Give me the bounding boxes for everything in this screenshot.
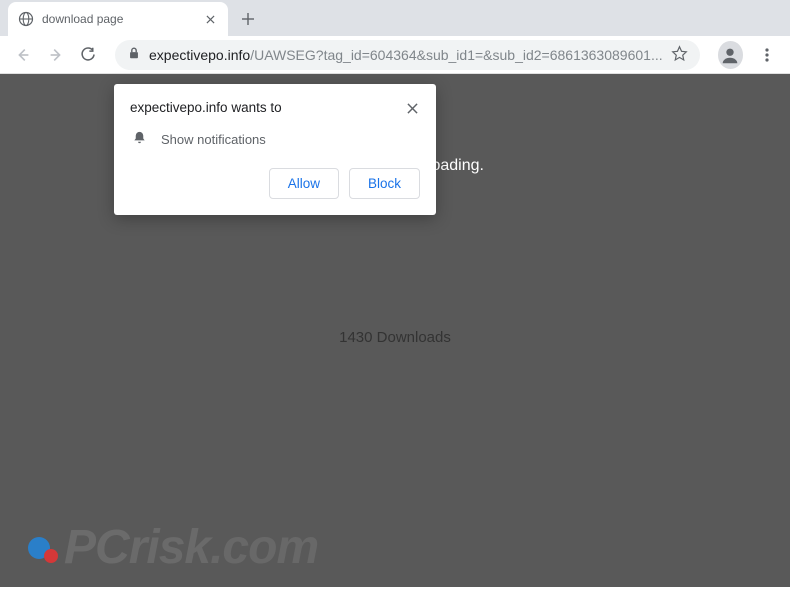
- dialog-title: expectivepo.info wants to: [130, 100, 282, 116]
- profile-avatar[interactable]: [718, 41, 743, 69]
- url-text: expectivepo.info/UAWSEG?tag_id=604364&su…: [149, 47, 663, 63]
- toolbar: expectivepo.info/UAWSEG?tag_id=604364&su…: [0, 36, 790, 74]
- dialog-close-icon[interactable]: [404, 100, 420, 116]
- address-bar[interactable]: expectivepo.info/UAWSEG?tag_id=604364&su…: [115, 40, 700, 70]
- permission-row: Show notifications: [130, 130, 420, 148]
- notification-permission-dialog: expectivepo.info wants to Show notificat…: [114, 84, 436, 215]
- reload-button[interactable]: [74, 39, 103, 71]
- allow-button[interactable]: Allow: [269, 168, 339, 199]
- back-button[interactable]: [8, 39, 37, 71]
- downloads-counter: 1430 Downloads: [0, 329, 790, 346]
- watermark-logo-icon: [28, 533, 58, 563]
- watermark-text: PCrisk.com: [64, 520, 318, 575]
- forward-button[interactable]: [41, 39, 70, 71]
- bell-icon: [132, 130, 147, 148]
- watermark: PCrisk.com: [28, 520, 318, 575]
- menu-button[interactable]: [753, 39, 782, 71]
- block-button[interactable]: Block: [349, 168, 420, 199]
- permission-label: Show notifications: [161, 132, 266, 147]
- tab-strip: download page: [0, 0, 790, 36]
- new-tab-button[interactable]: [234, 5, 262, 33]
- tab-close-icon[interactable]: [202, 11, 218, 27]
- tab-title: download page: [42, 12, 194, 26]
- lock-icon: [127, 46, 141, 63]
- browser-tab[interactable]: download page: [8, 2, 228, 36]
- bookmark-star-icon[interactable]: [671, 45, 688, 65]
- globe-icon: [18, 11, 34, 27]
